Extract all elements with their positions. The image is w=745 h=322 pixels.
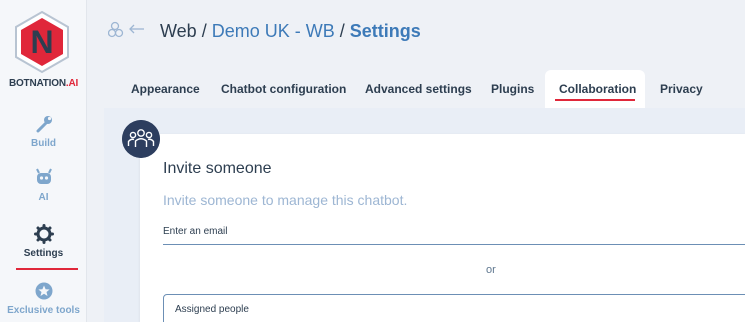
breadcrumb-current: Settings [349,21,421,41]
email-field-underline [163,244,745,245]
sidebar-item-exclusive-tools[interactable]: Exclusive tools [0,281,87,316]
sidebar-item-label: Build [31,138,56,149]
breadcrumb-bot[interactable]: Demo UK - WB [212,21,335,41]
breadcrumb-separator: / [201,21,207,41]
sidebar-item-settings[interactable]: Settings [0,224,87,259]
star-icon [35,282,52,300]
brand-name: BOTNATION.AI [0,78,87,89]
sidebar-item-build[interactable]: Build [0,114,87,149]
or-separator: or [486,264,496,276]
tab-advanced-settings[interactable]: Advanced settings [351,70,486,108]
gear-icon [33,224,54,244]
breadcrumb-separator: / [339,21,345,41]
svg-text:N: N [30,24,53,60]
brand-name-part2: .AI [65,78,79,89]
active-nav-indicator [16,268,78,270]
botnation-logo-icon[interactable]: N [13,10,71,74]
robot-icon [35,168,52,184]
sidebar-item-label: Exclusive tools [7,305,80,316]
tab-chatbot-configuration[interactable]: Chatbot configuration [207,70,360,108]
team-icon [122,120,160,158]
card-title: Invite someone [163,160,272,177]
sidebar: N BOTNATION.AI Build AI Settings Exclusi… [0,0,87,322]
sidebar-item-ai[interactable]: AI [0,168,87,203]
sidebar-item-label: Settings [23,248,64,259]
tab-plugins[interactable]: Plugins [477,70,548,108]
breadcrumb: Web / Demo UK - WB / Settings [160,21,421,42]
active-tab-indicator [555,99,635,101]
tab-appearance[interactable]: Appearance [117,70,214,108]
assigned-people-select[interactable]: Assigned people [163,294,745,322]
assigned-people-label: Assigned people [175,304,249,315]
card-subtitle: Invite someone to manage this chatbot. [163,192,408,208]
tab-privacy[interactable]: Privacy [646,70,717,108]
email-field[interactable]: Enter an email [163,226,227,237]
tab-collaboration[interactable]: Collaboration [545,70,645,108]
back-arrow-icon[interactable] [108,20,146,40]
brand-name-part1: BOTNATION [8,78,66,89]
breadcrumb-root[interactable]: Web [160,21,197,41]
wrench-icon [36,116,52,133]
sidebar-item-label: AI [38,192,49,203]
